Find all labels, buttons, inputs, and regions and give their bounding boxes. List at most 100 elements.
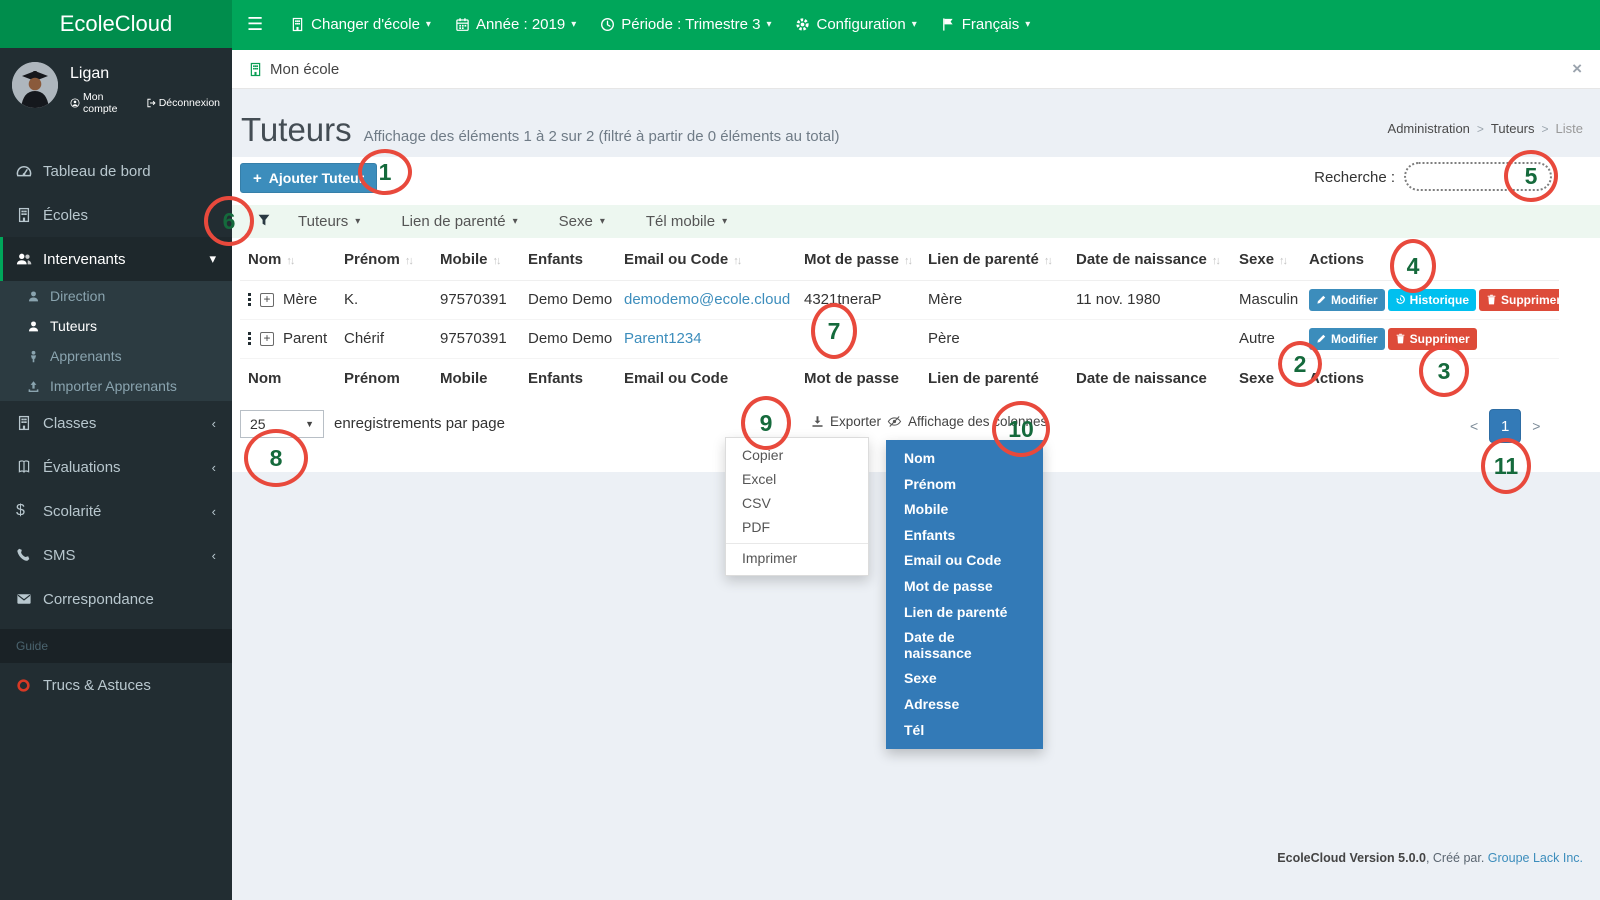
company-link[interactable]: Groupe Lack Inc. bbox=[1488, 851, 1583, 865]
filter-bar: Tuteurs▾ Lien de parenté▾ Sexe▾ Tél mobile▾ bbox=[232, 205, 1600, 238]
download-icon bbox=[811, 415, 824, 428]
export-option-pdf[interactable]: PDF bbox=[726, 515, 868, 539]
column-visibility-button[interactable]: Affichage des colonnes bbox=[887, 414, 1047, 429]
sort-icon[interactable]: ↑↓ bbox=[1279, 255, 1286, 267]
sidebar-item-intervenants[interactable]: Intervenants▾ bbox=[0, 237, 232, 281]
sidebar-item-importer-apprenants[interactable]: Importer Apprenants bbox=[0, 371, 232, 401]
supprimer-button[interactable]: Supprimer bbox=[1479, 289, 1559, 311]
colvis-option-adresse[interactable]: Adresse bbox=[886, 692, 1043, 718]
colvis-option-mot-de-passe[interactable]: Mot de passe bbox=[886, 574, 1043, 600]
historique-button[interactable]: Historique bbox=[1388, 289, 1476, 311]
nav-annee-2019[interactable]: Année : 2019▾ bbox=[443, 0, 588, 48]
export-option-copier[interactable]: Copier bbox=[726, 443, 868, 467]
nav-configuration[interactable]: Configuration▾ bbox=[783, 0, 928, 48]
sidebar-item-apprenants[interactable]: Apprenants bbox=[0, 341, 232, 371]
column-header-mot-de-passe[interactable]: Mot de passe↑↓ bbox=[796, 240, 920, 280]
column-header-date-de-naissance[interactable]: Date de naissance↑↓ bbox=[1068, 240, 1231, 280]
colvis-option-sexe[interactable]: Sexe bbox=[886, 666, 1043, 692]
colvis-option-tel[interactable]: Tél bbox=[886, 718, 1043, 744]
sidebar-item-tuteurs[interactable]: Tuteurs bbox=[0, 311, 232, 341]
sidebar-item-tableau-de-bord[interactable]: Tableau de bord bbox=[0, 149, 232, 193]
sidebar-item-correspondance[interactable]: Correspondance bbox=[0, 577, 232, 621]
breadcrumb-administration[interactable]: Administration bbox=[1388, 121, 1470, 136]
export-option-excel[interactable]: Excel bbox=[726, 467, 868, 491]
sort-icon[interactable]: ↑↓ bbox=[405, 255, 412, 267]
my-account-link[interactable]: Mon compte bbox=[70, 91, 135, 115]
column-header-mobile[interactable]: Mobile↑↓ bbox=[432, 240, 520, 280]
export-option-imprimer[interactable]: Imprimer bbox=[726, 543, 868, 570]
column-header-email-ou-code[interactable]: Email ou Code↑↓ bbox=[616, 240, 796, 280]
gear-icon bbox=[795, 17, 810, 32]
filter-tuteurs[interactable]: Tuteurs▾ bbox=[298, 213, 360, 230]
expand-row-icon[interactable]: + bbox=[260, 332, 274, 346]
pagination-page-1[interactable]: 1 bbox=[1489, 409, 1521, 443]
envelope-icon bbox=[16, 591, 43, 607]
colvis-option-enfants[interactable]: Enfants bbox=[886, 523, 1043, 549]
nav-changer-d-ecole[interactable]: Changer d'école▾ bbox=[278, 0, 443, 48]
drag-handle-icon[interactable] bbox=[248, 332, 251, 345]
column-header-prenom[interactable]: Prénom↑↓ bbox=[336, 240, 432, 280]
pagination-next[interactable]: > bbox=[1532, 418, 1540, 434]
sort-icon[interactable]: ↑↓ bbox=[493, 255, 500, 267]
filter-lien-de-parente[interactable]: Lien de parenté▾ bbox=[401, 213, 517, 230]
colvis-option-mobile[interactable]: Mobile bbox=[886, 497, 1043, 523]
supprimer-button[interactable]: Supprimer bbox=[1388, 328, 1477, 350]
sidebar-item-scolarite[interactable]: $Scolarité‹ bbox=[0, 489, 232, 533]
colvis-option-lien-de-parente[interactable]: Lien de parenté bbox=[886, 600, 1043, 626]
pagination: < 1 > bbox=[1470, 409, 1540, 443]
column-header-nom[interactable]: Nom↑↓ bbox=[240, 240, 336, 280]
sort-icon[interactable]: ↑↓ bbox=[286, 255, 293, 267]
sort-icon[interactable]: ↑↓ bbox=[904, 255, 911, 267]
tab-mon-ecole[interactable]: Mon école bbox=[242, 61, 345, 78]
export-button[interactable]: Exporter bbox=[811, 414, 881, 429]
nav-periode-trimestre-3[interactable]: Période : Trimestre 3▾ bbox=[588, 0, 783, 48]
sidebar-item-evaluations[interactable]: Évaluations‹ bbox=[0, 445, 232, 489]
sidebar-item-ecoles[interactable]: Écoles bbox=[0, 193, 232, 237]
colvis-option-email-ou-code[interactable]: Email ou Code bbox=[886, 548, 1043, 574]
page-length-select[interactable]: 25 ▼ bbox=[240, 410, 324, 438]
email-or-code-link[interactable]: Parent1234 bbox=[624, 330, 702, 347]
add-tuteur-button[interactable]: + Ajouter Tuteur bbox=[240, 163, 377, 193]
filter-sexe[interactable]: Sexe▾ bbox=[559, 213, 605, 230]
modifier-button[interactable]: Modifier bbox=[1309, 289, 1385, 311]
brand-logo[interactable]: EcoleCloud bbox=[0, 0, 232, 48]
expand-row-icon[interactable]: + bbox=[260, 293, 274, 307]
column-header-lien-de-parente[interactable]: Lien de parenté↑↓ bbox=[920, 240, 1068, 280]
pagination-previous[interactable]: < bbox=[1470, 418, 1478, 434]
logout-link[interactable]: Déconnexion bbox=[146, 91, 220, 115]
sidebar-item-classes[interactable]: Classes‹ bbox=[0, 401, 232, 445]
column-footer-enfants: Enfants bbox=[520, 358, 616, 398]
phone-icon bbox=[16, 547, 43, 563]
child-icon bbox=[27, 350, 50, 363]
email-or-code-link[interactable]: demodemo@ecole.cloud bbox=[624, 291, 790, 308]
sidebar-item-direction[interactable]: Direction bbox=[0, 281, 232, 311]
trash-icon bbox=[1395, 333, 1406, 344]
colvis-option-prenom[interactable]: Prénom bbox=[886, 472, 1043, 498]
breadcrumb-tuteurs[interactable]: Tuteurs bbox=[1491, 121, 1535, 136]
colvis-option-date-de-naissance[interactable]: Date de naissance bbox=[886, 625, 1043, 666]
drag-handle-icon[interactable] bbox=[248, 293, 251, 306]
close-icon[interactable]: × bbox=[1564, 59, 1590, 79]
user-panel: Ligan Mon compte Déconnexion bbox=[0, 48, 232, 133]
building-icon bbox=[16, 207, 43, 223]
filter-tel-mobile[interactable]: Tél mobile▾ bbox=[646, 213, 727, 230]
sidebar-toggle-hamburger-icon[interactable]: ☰ bbox=[232, 0, 278, 48]
column-header-sexe[interactable]: Sexe↑↓ bbox=[1231, 240, 1301, 280]
calendar-icon bbox=[455, 17, 470, 32]
chevron-down-icon: ▾ bbox=[209, 251, 216, 267]
sidebar-item-sms[interactable]: SMS‹ bbox=[0, 533, 232, 577]
sidebar-submenu: DirectionTuteursApprenantsImporter Appre… bbox=[0, 281, 232, 401]
search-input[interactable] bbox=[1404, 162, 1552, 191]
sidebar-item-trucs-astuces[interactable]: Trucs & Astuces bbox=[0, 663, 232, 707]
sort-icon[interactable]: ↑↓ bbox=[733, 255, 740, 267]
export-option-csv[interactable]: CSV bbox=[726, 491, 868, 515]
sort-icon[interactable]: ↑↓ bbox=[1212, 255, 1219, 267]
top-navbar: EcoleCloud ☰ Changer d'école▾Année : 201… bbox=[0, 0, 1600, 48]
sort-icon[interactable]: ↑↓ bbox=[1044, 255, 1051, 267]
caret-down-icon: ▾ bbox=[355, 216, 360, 227]
nav-francais[interactable]: Français▾ bbox=[929, 0, 1043, 48]
table-row: +MèreK.97570391Demo Demodemodemo@ecole.c… bbox=[240, 280, 1559, 319]
modifier-button[interactable]: Modifier bbox=[1309, 328, 1385, 350]
caret-down-icon: ▾ bbox=[766, 19, 771, 30]
colvis-option-nom[interactable]: Nom bbox=[886, 446, 1043, 472]
